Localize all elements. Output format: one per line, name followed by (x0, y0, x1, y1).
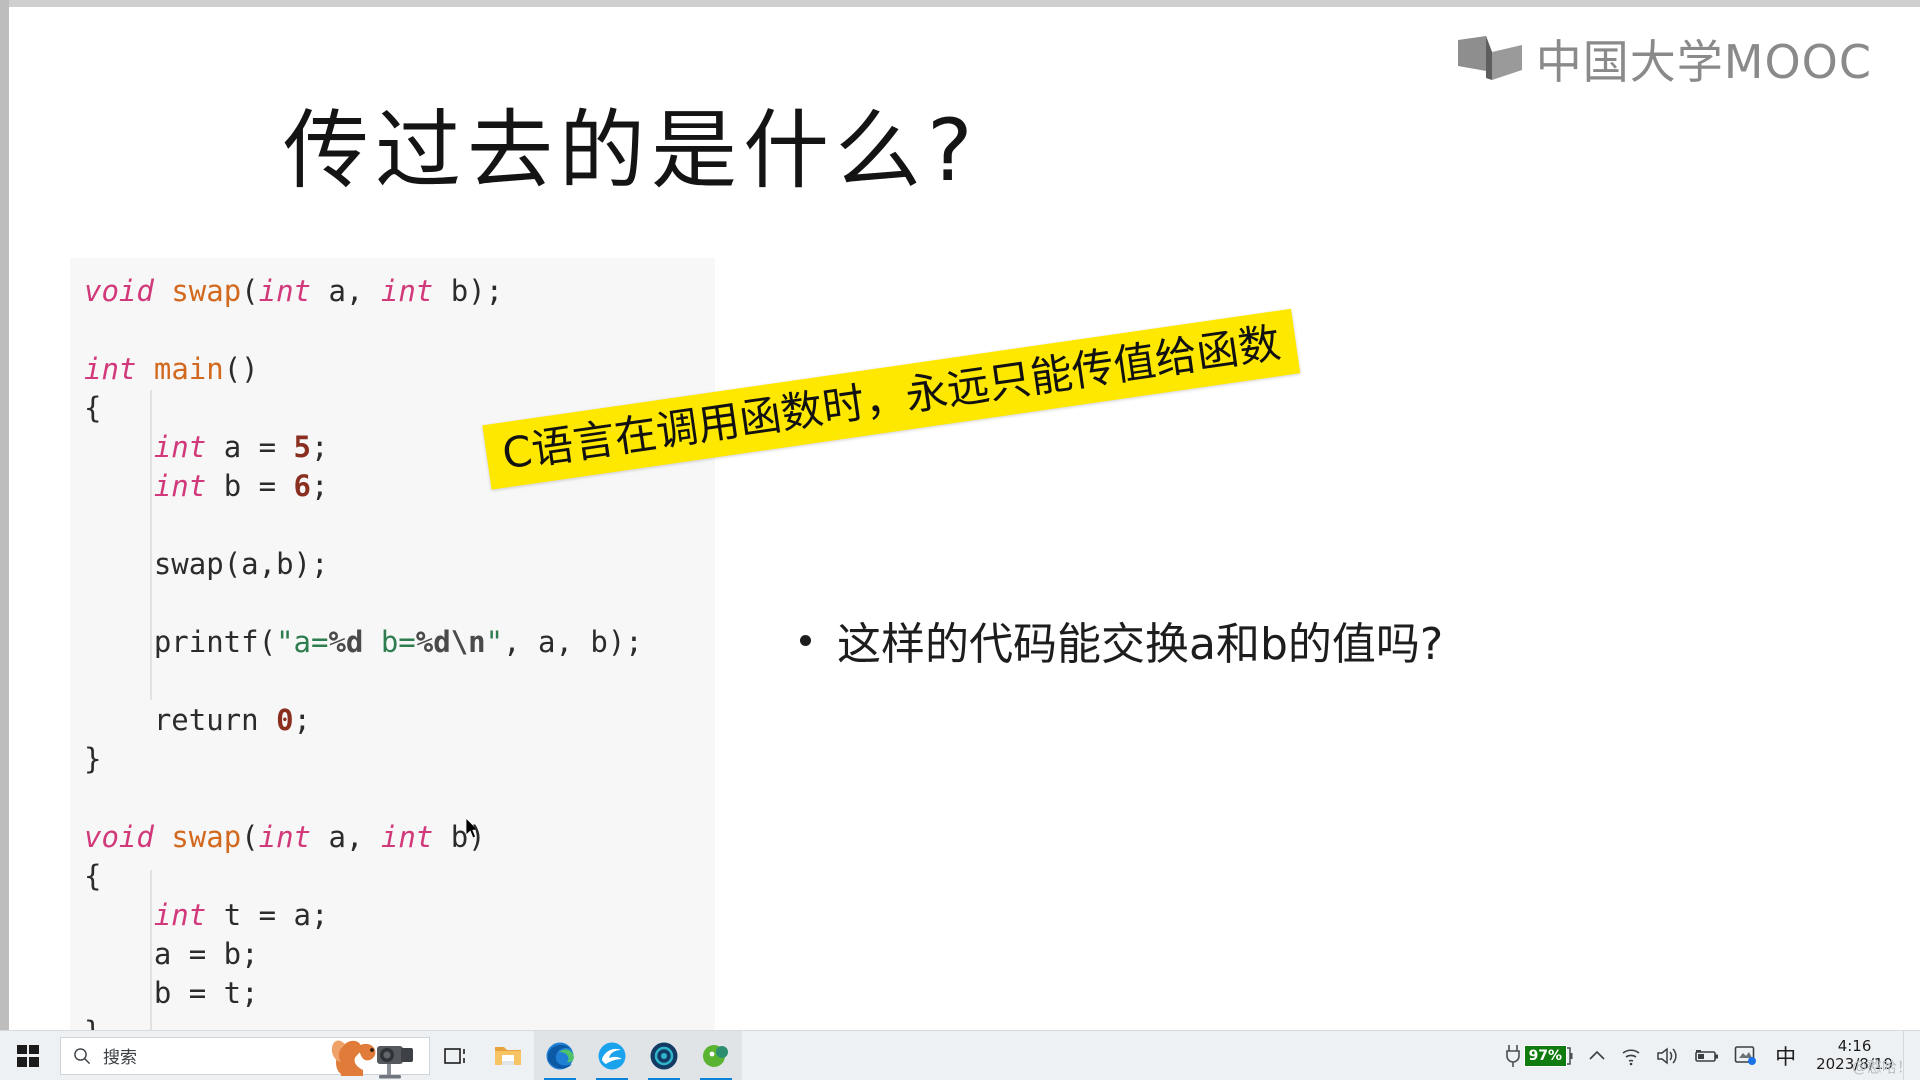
show-hidden-icons-button[interactable] (1581, 1031, 1613, 1080)
battery-shell-icon (1567, 1046, 1573, 1065)
edge-button[interactable] (534, 1030, 586, 1080)
bullet-item-label: 这样的代码能交换a和b的值吗? (837, 619, 1444, 670)
squirrel-camera-icon (331, 1040, 413, 1078)
task-view-button[interactable] (430, 1031, 482, 1080)
page-title: 传过去的是什么? (283, 101, 979, 201)
power-plug-button[interactable]: 97% (1497, 1031, 1582, 1080)
battery-button[interactable] (1687, 1031, 1727, 1080)
circle-dark-icon (650, 1042, 678, 1069)
network-button[interactable] (1613, 1031, 1649, 1080)
code-block: void swap(int a, int b); int main() { in… (70, 258, 715, 1030)
start-button[interactable] (0, 1031, 56, 1080)
folder-icon (495, 1046, 521, 1065)
power-plug-icon (1505, 1044, 1520, 1067)
show-desktop-button[interactable] (1903, 1030, 1914, 1080)
battery-icon (1695, 1049, 1719, 1062)
bullet-item: 这样的代码能交换a和b的值吗? (800, 608, 1443, 672)
speaker-icon (1657, 1046, 1677, 1065)
green-app-icon (703, 1044, 728, 1067)
browser-2-button[interactable] (586, 1030, 638, 1080)
clock-date: 2023/8/19 (1816, 1054, 1893, 1073)
edge-icon (546, 1042, 574, 1069)
clock[interactable]: 4:16 2023/8/19 (1806, 1031, 1903, 1080)
bullet-dot-icon (800, 634, 811, 646)
battery-percent-label: 97% (1523, 1044, 1568, 1067)
chevron-up-icon (1589, 1050, 1605, 1060)
volume-button[interactable] (1649, 1031, 1687, 1080)
presentation-slide: 中国大学MOOC 传过去的是什么? void swap(int a, int b… (0, 0, 1920, 1030)
windows-logo-icon (17, 1044, 39, 1067)
screen: 中国大学MOOC 传过去的是什么? void swap(int a, int b… (0, 0, 1920, 1080)
mooc-logo-text: 中国大学MOOC (1535, 35, 1872, 89)
search-placeholder: 搜索 (103, 1048, 137, 1068)
task-view-icon (444, 1047, 465, 1064)
system-tray: 97% 中 4:16 2023/8/19 (1497, 1030, 1920, 1080)
slide-top-border (0, 0, 1920, 7)
wifi-icon (1622, 1048, 1640, 1065)
screenshot-tool-button[interactable] (1727, 1031, 1765, 1080)
battery-status: 97% (1504, 1043, 1575, 1069)
taskbar: 搜索 97% 中 4:16 2023/8/19 @憨哈！ (0, 1030, 1920, 1080)
slide-left-border (0, 0, 9, 1030)
search-input[interactable]: 搜索 (60, 1036, 430, 1078)
mooc-logo: 中国大学MOOC (1457, 35, 1872, 89)
search-icon (74, 1047, 91, 1064)
e-browser-icon (598, 1042, 626, 1069)
code-text: void swap(int a, int b); int main() { in… (84, 274, 643, 1030)
app-green-button[interactable] (690, 1030, 742, 1080)
ime-indicator[interactable]: 中 (1765, 1041, 1806, 1071)
app-dark-button[interactable] (638, 1030, 690, 1080)
open-book-icon (1457, 36, 1522, 80)
screenshot-tool-icon (1734, 1045, 1757, 1065)
file-explorer-button[interactable] (482, 1031, 534, 1080)
clock-time: 4:16 (1837, 1036, 1872, 1055)
